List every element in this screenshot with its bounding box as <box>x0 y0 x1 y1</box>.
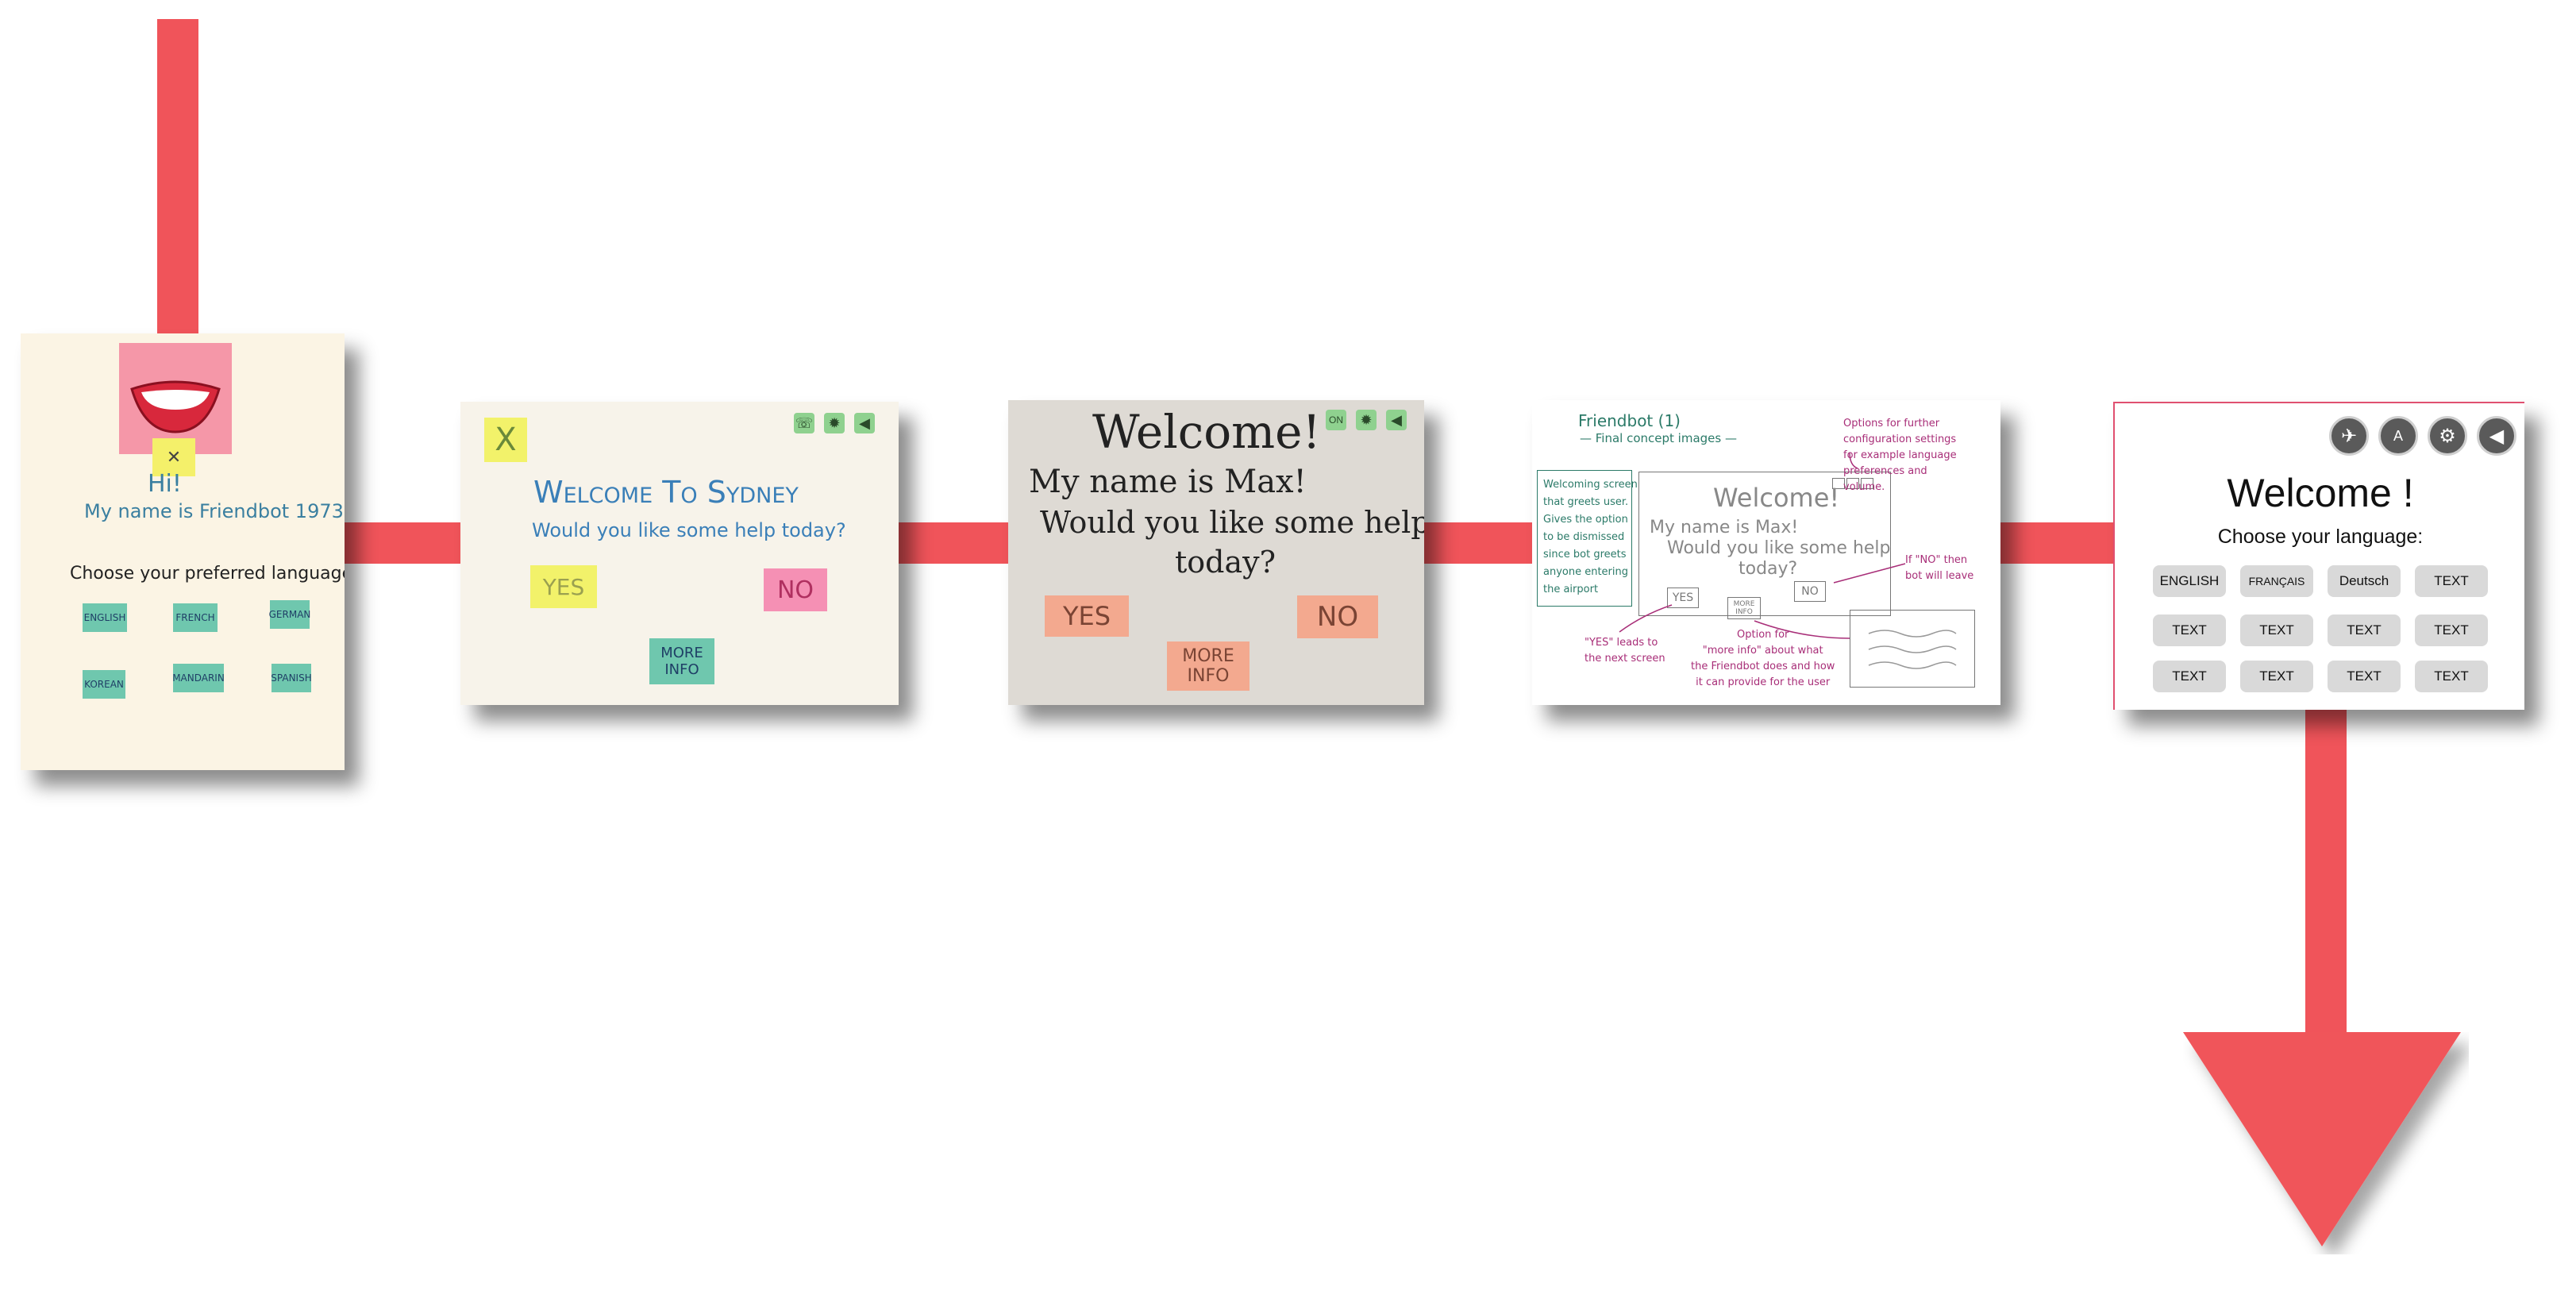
more-info-button[interactable]: MORE INFO <box>1167 641 1249 691</box>
prototype-4-sketch: Friendbot (1) — Final concept images — W… <box>1532 400 2000 705</box>
name-line: My name is Friendbot 19730 <box>84 500 345 522</box>
language-button-english[interactable]: ENGLISH <box>83 603 127 632</box>
language-button-text[interactable]: TEXT <box>2328 614 2401 646</box>
settings-icon[interactable]: ⚙ <box>2428 416 2467 456</box>
prototype-5-digital: ✈ A ⚙ ◀ Welcome ! Choose your language: … <box>2113 402 2524 710</box>
yes-button[interactable]: YES <box>530 565 597 608</box>
welcome-title: Welcome ! <box>2227 471 2414 515</box>
language-button-francais[interactable]: FRANÇAIS <box>2240 565 2313 597</box>
greeting: Hi! <box>148 470 182 498</box>
language-button-text[interactable]: TEXT <box>2415 661 2488 692</box>
settings-icon[interactable]: ✹ <box>1356 410 1377 430</box>
language-button-text[interactable]: TEXT <box>2415 565 2488 597</box>
language-subtitle: Choose your language: <box>2217 526 2424 548</box>
no-button[interactable]: NO <box>764 568 827 611</box>
prototype-1-paper: ✕ Hi! My name is Friendbot 19730 Choose … <box>21 333 345 770</box>
flow-arrow-horizontal-2 <box>889 522 1024 564</box>
welcome-title: Welcome! <box>1092 405 1321 459</box>
language-button-deutsch[interactable]: Deutsch <box>2328 565 2401 597</box>
language-button-text[interactable]: TEXT <box>2328 661 2401 692</box>
volume-icon[interactable]: ◀ <box>1386 410 1407 430</box>
welcome-title: Welcome To Sydney <box>533 475 799 510</box>
name-line: My name is Max! <box>1029 464 1307 500</box>
language-button-text[interactable]: TEXT <box>2153 661 2226 692</box>
speaker-icon[interactable]: ◀ <box>2477 416 2516 456</box>
flow-arrow-down-stem <box>2305 699 2347 1040</box>
chat-icon[interactable]: ☏ <box>794 413 814 433</box>
flow-arrow-head <box>2183 1032 2461 1246</box>
language-button-english[interactable]: ENGLISH <box>2153 565 2226 597</box>
flow-arrow-horizontal-4 <box>1985 522 2127 564</box>
airplane-icon[interactable]: ✈ <box>2329 416 2369 456</box>
language-button-french[interactable]: FRENCH <box>173 603 218 632</box>
translate-icon[interactable]: A <box>2378 416 2418 456</box>
language-button-spanish[interactable]: SPANISH <box>271 664 312 692</box>
prototype-2-paper: X ☏ ✹ ◀ Welcome To Sydney Would you like… <box>460 402 899 705</box>
mouth-icon <box>119 343 232 454</box>
flow-arrow-horizontal-1 <box>333 522 476 564</box>
no-button[interactable]: NO <box>1297 595 1378 638</box>
settings-icon[interactable]: ✹ <box>824 413 845 433</box>
language-button-text[interactable]: TEXT <box>2415 614 2488 646</box>
annotation-arrows <box>1619 452 1906 639</box>
help-line: Would you like some help <box>1040 505 1424 540</box>
on-icon[interactable]: ON <box>1326 410 1346 430</box>
prototype-3-paper: ON ✹ ◀ Welcome! My name is Max! Would yo… <box>1008 400 1424 705</box>
language-prompt: Choose your preferred language: <box>70 564 345 584</box>
more-info-button[interactable]: MORE INFO <box>649 638 714 684</box>
language-button-text[interactable]: TEXT <box>2240 614 2313 646</box>
yes-button[interactable]: YES <box>1045 595 1129 637</box>
today-line: today? <box>1175 545 1276 580</box>
language-button-text[interactable]: TEXT <box>2240 661 2313 692</box>
flow-arrow-top-stem <box>157 19 198 353</box>
language-button-korean[interactable]: KOREAN <box>83 670 125 699</box>
volume-icon[interactable]: ◀ <box>854 413 875 433</box>
close-button[interactable]: X <box>484 418 527 462</box>
flow-arrow-horizontal-3 <box>1413 522 1548 564</box>
language-button-mandarin[interactable]: MANDARIN <box>172 664 225 692</box>
language-button-text[interactable]: TEXT <box>2153 614 2226 646</box>
language-button-german[interactable]: GERMAN <box>269 600 310 629</box>
help-question: Would you like some help today? <box>532 519 846 541</box>
